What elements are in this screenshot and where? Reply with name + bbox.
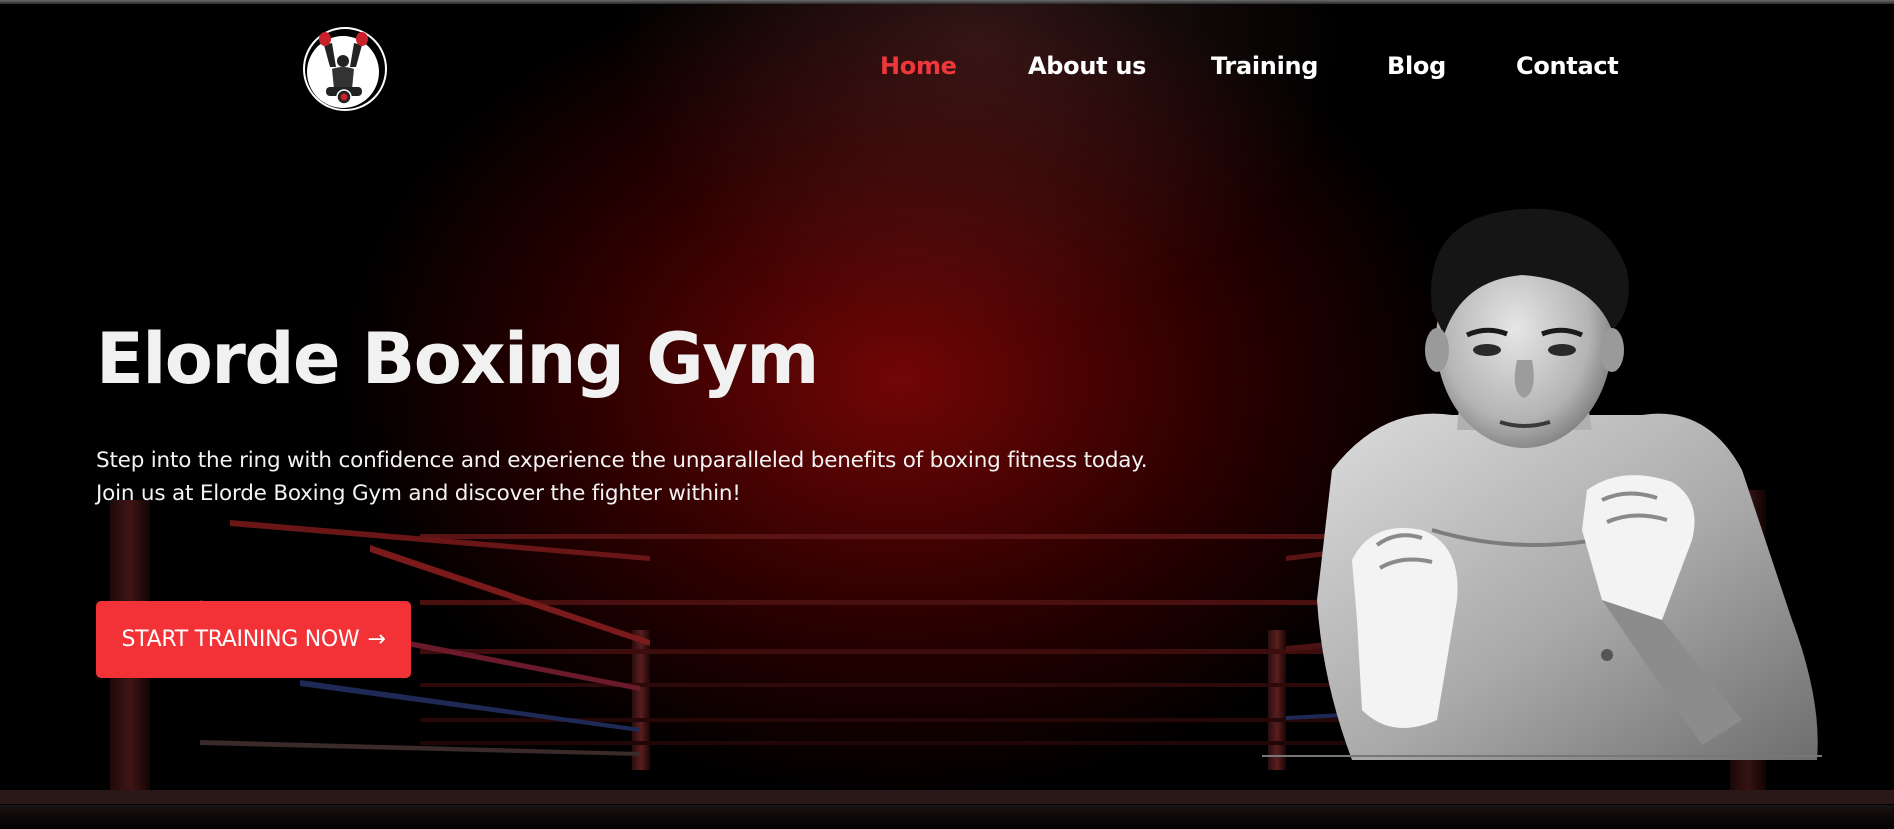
- start-training-label: START TRAINING NOW: [121, 627, 360, 652]
- hero-subtitle: Step into the ring with confidence and e…: [96, 444, 1296, 510]
- start-training-button[interactable]: START TRAINING NOW →: [96, 601, 411, 678]
- nav-training-link[interactable]: Training: [1211, 52, 1318, 80]
- arrow-right-icon: →: [367, 627, 386, 652]
- nav-blog-link[interactable]: Blog: [1387, 52, 1446, 80]
- nav-contact-link[interactable]: Contact: [1516, 52, 1619, 80]
- nav-home-link[interactable]: Home: [880, 52, 957, 80]
- boxer-photo: [1262, 208, 1822, 760]
- nav-about-link[interactable]: About us: [1028, 52, 1146, 80]
- hero-title: Elorde Boxing Gym: [96, 318, 819, 400]
- boxer-logo-icon[interactable]: [302, 25, 388, 113]
- hero-background: Home About us Training Blog Contact Elor…: [0, 0, 1894, 829]
- hero-subtitle-line-1: Step into the ring with confidence and e…: [96, 448, 1148, 473]
- hero-subtitle-line-2: Join us at Elorde Boxing Gym and discove…: [96, 481, 741, 506]
- ring-floor: [0, 805, 1894, 829]
- top-border: [0, 0, 1894, 4]
